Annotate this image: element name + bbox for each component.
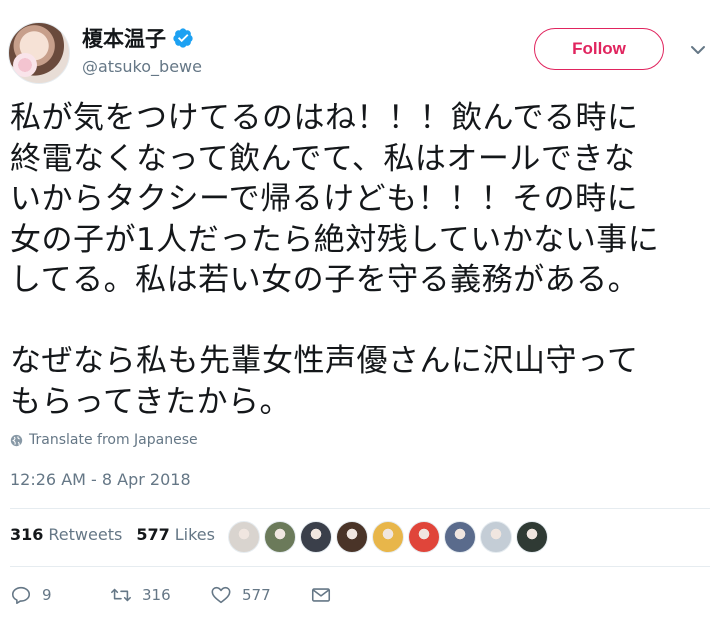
- translate-label[interactable]: Translate from Japanese: [29, 432, 198, 448]
- retweet-action[interactable]: 316: [110, 584, 210, 606]
- retweets-label: Retweets: [48, 525, 123, 544]
- reply-count: 9: [42, 586, 52, 604]
- liker-avatar[interactable]: [516, 521, 548, 553]
- liker-avatar[interactable]: [408, 521, 440, 553]
- tweet-text: 私が気をつけてるのはね！！！飲んでる時に 終電なくなって飲んでて、私はオールでき…: [10, 100, 660, 420]
- user-handle[interactable]: @atsuko_bewe: [82, 57, 202, 76]
- like-count: 577: [242, 586, 271, 604]
- liker-avatar[interactable]: [300, 521, 332, 553]
- liker-avatar[interactable]: [444, 521, 476, 553]
- verified-badge-icon: [173, 28, 193, 48]
- tweet-card: 榎本温子 @atsuko_bewe Follow 私が気をつけてるのはね！！！飲…: [0, 0, 716, 626]
- likes-stat[interactable]: 577 Likes: [136, 525, 215, 544]
- avatar[interactable]: [8, 22, 70, 84]
- display-name[interactable]: 榎本温子: [82, 23, 166, 53]
- like-action[interactable]: 577: [210, 584, 310, 606]
- reply-action[interactable]: 9: [10, 584, 110, 606]
- divider: [10, 566, 710, 567]
- liker-avatar[interactable]: [264, 521, 296, 553]
- retweet-icon: [111, 588, 131, 602]
- retweets-stat[interactable]: 316 Retweets: [10, 525, 122, 544]
- translate-link[interactable]: Translate from Japanese: [10, 432, 198, 448]
- retweet-count: 316: [142, 586, 171, 604]
- avatar-flower: [13, 53, 37, 77]
- tweet-timestamp[interactable]: 12:26 AM - 8 Apr 2018: [10, 470, 191, 489]
- liker-avatar[interactable]: [372, 521, 404, 553]
- action-bar: 9 316 577: [10, 584, 332, 606]
- chevron-down-icon[interactable]: [688, 40, 708, 60]
- engagement-stats: 316 Retweets 577 Likes: [10, 525, 229, 544]
- liker-avatar[interactable]: [480, 521, 512, 553]
- direct-message-action[interactable]: [310, 584, 332, 606]
- retweets-count: 316: [10, 525, 44, 544]
- divider: [10, 508, 710, 509]
- globe-icon: [10, 434, 23, 446]
- envelope-icon: [311, 588, 331, 602]
- follow-button[interactable]: Follow: [534, 28, 664, 70]
- liker-avatars: [228, 521, 548, 553]
- likes-label: Likes: [174, 525, 215, 544]
- heart-icon: [211, 586, 231, 604]
- liker-avatar[interactable]: [336, 521, 368, 553]
- reply-icon: [11, 586, 31, 605]
- likes-count: 577: [136, 525, 170, 544]
- liker-avatar[interactable]: [228, 521, 260, 553]
- author-name-row[interactable]: 榎本温子: [82, 23, 194, 53]
